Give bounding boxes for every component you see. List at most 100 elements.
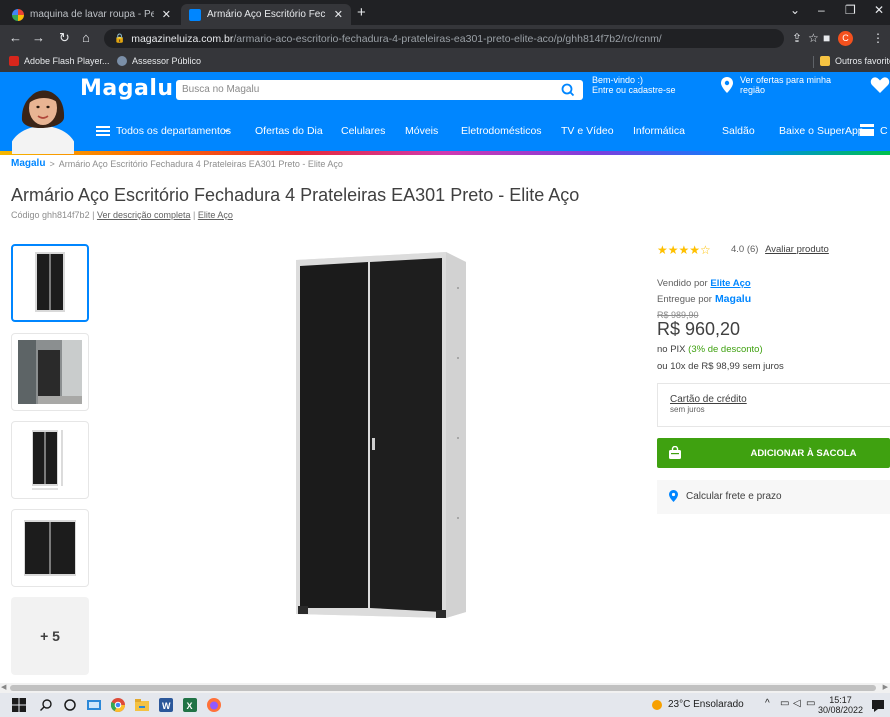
nav-daily-offers[interactable]: Ofertas do Dia bbox=[255, 125, 323, 137]
close-tab-icon[interactable]: ✕ bbox=[162, 8, 171, 21]
browser-menu-icon[interactable]: ⋮ bbox=[872, 31, 884, 45]
svg-text:X: X bbox=[187, 701, 193, 711]
bookmark-label: Outros favoritos bbox=[835, 56, 890, 66]
more-images-button[interactable]: + 5 bbox=[11, 597, 89, 675]
forward-arrow-icon[interactable]: → bbox=[32, 30, 45, 45]
network-icon[interactable]: ▭ bbox=[780, 698, 789, 709]
pix-label: no PIX bbox=[657, 344, 686, 355]
notifications-icon[interactable] bbox=[871, 698, 885, 712]
tab-google-search[interactable]: maquina de lavar roupa - Pesqui ✕ bbox=[4, 4, 179, 25]
globe-icon bbox=[117, 56, 127, 66]
bookmark-star-icon[interactable]: ☆ bbox=[808, 31, 819, 45]
folder-icon bbox=[820, 56, 830, 66]
scroll-left-arrow-icon[interactable]: ◀ bbox=[1, 683, 6, 691]
nav-cut-item[interactable]: C bbox=[880, 125, 888, 137]
volume-icon[interactable]: ◁ bbox=[793, 698, 801, 709]
bookmark-separator bbox=[813, 56, 814, 68]
product-main-image[interactable] bbox=[290, 248, 470, 628]
other-bookmarks-folder[interactable]: Outros favoritos bbox=[820, 56, 890, 66]
cabinet-front-image bbox=[35, 252, 65, 312]
thumbnail-4[interactable] bbox=[11, 509, 89, 587]
heart-icon[interactable] bbox=[870, 76, 890, 94]
new-tab-button[interactable]: + bbox=[357, 4, 366, 21]
regional-offers-link[interactable]: Ver ofertas para minha região bbox=[740, 75, 831, 95]
nav-download-app[interactable]: Baixe o SuperApp bbox=[779, 125, 864, 137]
tab-search-chevron-icon[interactable]: ⌄ bbox=[790, 3, 800, 17]
installments-info: ou 10x de R$ 98,99 sem juros bbox=[657, 361, 784, 372]
pix-discount: (3% de desconto) bbox=[688, 344, 763, 355]
tray-chevron-up-icon[interactable]: ^ bbox=[765, 698, 770, 709]
nav-tv-video[interactable]: TV e Vídeo bbox=[561, 125, 614, 137]
breadcrumb-home[interactable]: Magalu bbox=[11, 158, 45, 169]
tab-magalu-product[interactable]: Armário Aço Escritório Fechadur ✕ bbox=[181, 4, 351, 25]
minimize-window-button[interactable]: – bbox=[818, 3, 825, 17]
chrome-icon[interactable] bbox=[111, 698, 125, 712]
reload-icon[interactable]: ↻ bbox=[59, 30, 70, 46]
task-view-icon[interactable] bbox=[87, 698, 101, 712]
address-bar[interactable]: 🔒 magazineluiza.com.br/armario-aco-escri… bbox=[104, 29, 784, 48]
add-to-bag-button[interactable]: ADICIONAR À SACOLA bbox=[657, 438, 890, 468]
sold-by: Vendido por Elite Aço bbox=[657, 278, 751, 289]
payment-option-credit-card[interactable]: Cartão de crédito sem juros bbox=[657, 383, 890, 427]
welcome-text: Bem-vindo :) bbox=[592, 75, 644, 85]
login-prompt[interactable]: Bem-vindo :) Entre ou cadastre-se bbox=[592, 75, 676, 95]
tab-title: Armário Aço Escritório Fechadur bbox=[207, 9, 326, 20]
brand-link[interactable]: Elite Aço bbox=[198, 210, 233, 220]
share-icon[interactable]: ⇪ bbox=[792, 31, 802, 45]
scrollbar-thumb[interactable] bbox=[10, 685, 876, 691]
nav-computing[interactable]: Informática bbox=[633, 125, 685, 137]
rate-product-link[interactable]: Avaliar produto bbox=[765, 244, 829, 255]
browser-toolbar: ← → ↻ ⌂ 🔒 magazineluiza.com.br/armario-a… bbox=[0, 25, 890, 52]
search-input[interactable]: Busca no Magalu bbox=[176, 80, 583, 100]
cortana-icon[interactable] bbox=[63, 698, 77, 712]
pix-info: no PIX (3% de desconto) bbox=[657, 344, 763, 355]
search-icon[interactable] bbox=[558, 80, 578, 100]
seller-link[interactable]: Elite Aço bbox=[710, 278, 750, 289]
nav-appliances[interactable]: Eletrodomésticos bbox=[461, 125, 542, 137]
thumbnail-2[interactable] bbox=[11, 333, 89, 411]
thumbnail-1[interactable] bbox=[11, 244, 89, 322]
windows-start-icon[interactable] bbox=[12, 698, 26, 712]
taskbar-clock[interactable]: 15:17 30/08/2022 bbox=[818, 695, 863, 715]
close-tab-icon[interactable]: ✕ bbox=[334, 8, 343, 21]
display-icon[interactable]: ▭ bbox=[806, 698, 815, 709]
lock-icon: 🔒 bbox=[114, 33, 126, 43]
breadcrumb-current: Armário Aço Escritório Fechadura 4 Prate… bbox=[58, 158, 343, 169]
credit-card-title: Cartão de crédito bbox=[670, 394, 747, 405]
bookmark-adobe-flash[interactable]: Adobe Flash Player... bbox=[9, 56, 110, 66]
word-icon[interactable]: W bbox=[159, 698, 173, 712]
full-description-link[interactable]: Ver descrição completa bbox=[97, 210, 191, 220]
breadcrumb: Magalu > Armário Aço Escritório Fechadur… bbox=[11, 158, 343, 169]
excel-icon[interactable]: X bbox=[183, 698, 197, 712]
bookmark-assessor-publico[interactable]: Assessor Público bbox=[117, 56, 201, 66]
nav-furniture[interactable]: Móveis bbox=[405, 125, 438, 137]
svg-text:W: W bbox=[162, 701, 171, 711]
delivered-by-label: Entregue por bbox=[657, 293, 712, 305]
horizontal-scrollbar[interactable]: ◀ ▶ bbox=[0, 683, 890, 693]
thumbnail-3[interactable] bbox=[11, 421, 89, 499]
scroll-right-arrow-icon[interactable]: ▶ bbox=[883, 683, 888, 691]
location-pin-icon[interactable] bbox=[721, 77, 733, 93]
cart-icon[interactable] bbox=[860, 124, 876, 136]
profile-avatar[interactable]: C bbox=[838, 31, 853, 46]
magalu-favicon bbox=[189, 8, 201, 21]
close-window-button[interactable]: ✕ bbox=[874, 3, 884, 17]
calculate-freight-button[interactable]: Calcular frete e prazo bbox=[657, 480, 890, 514]
file-explorer-icon[interactable] bbox=[135, 698, 149, 712]
home-icon[interactable]: ⌂ bbox=[82, 30, 90, 45]
search-icon[interactable] bbox=[39, 698, 53, 712]
lu-mascot-avatar bbox=[12, 90, 74, 154]
category-nav: Todos os departamentos Ofertas do Dia Ce… bbox=[0, 121, 890, 141]
restore-window-button[interactable]: ❐ bbox=[845, 3, 856, 17]
back-arrow-icon[interactable]: ← bbox=[9, 30, 22, 45]
weather-text: 23°C Ensolarado bbox=[668, 699, 744, 710]
firefox-icon[interactable] bbox=[207, 698, 221, 712]
nav-clearance[interactable]: Saldão bbox=[722, 125, 755, 137]
magalu-logo[interactable]: Magalu bbox=[80, 76, 174, 101]
extensions-icon[interactable]: ■ bbox=[823, 31, 830, 45]
nav-cellphones[interactable]: Celulares bbox=[341, 125, 385, 137]
weather-widget[interactable]: 23°C Ensolarado bbox=[652, 699, 744, 710]
nav-all-departments[interactable]: Todos os departamentos bbox=[116, 125, 231, 137]
chevron-down-icon[interactable]: ⌄ bbox=[222, 122, 231, 135]
adobe-flash-icon bbox=[9, 56, 19, 66]
